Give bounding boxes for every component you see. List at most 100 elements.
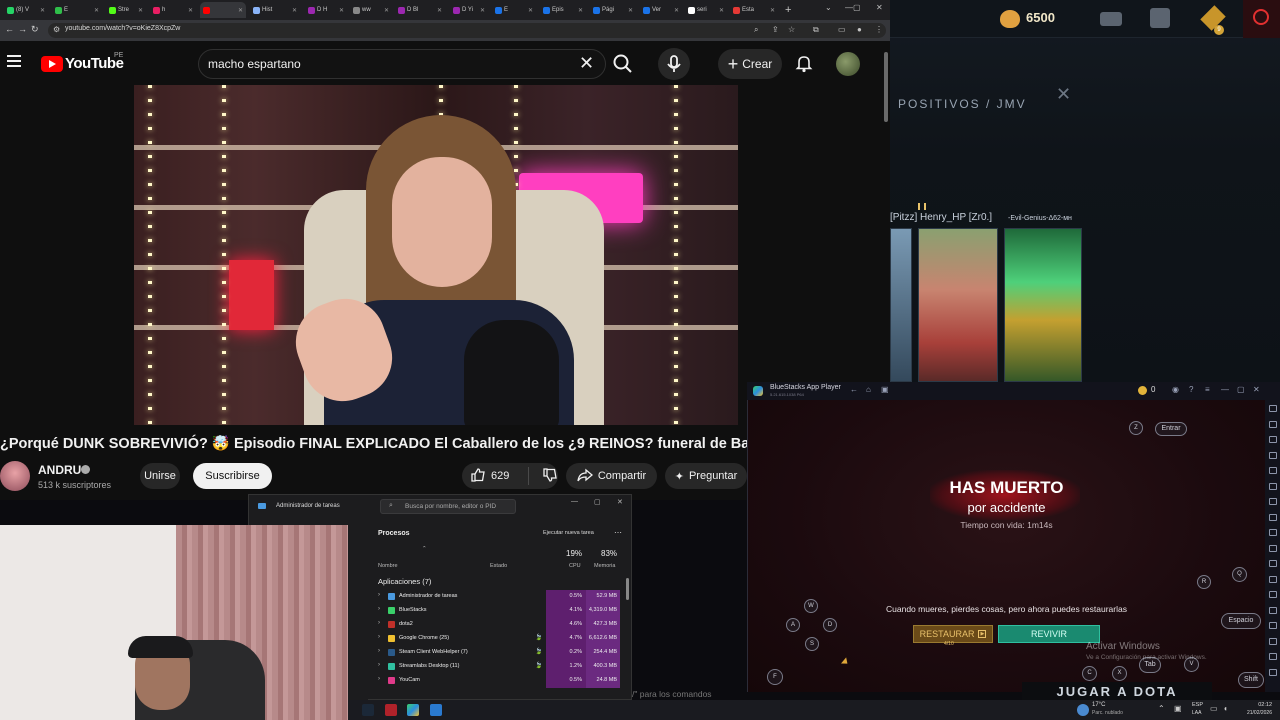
tab-close-icon[interactable]: ✕	[578, 7, 583, 14]
bluestacks-tool-icon[interactable]	[1269, 591, 1277, 598]
cast-icon[interactable]: ▭	[838, 25, 846, 34]
help-icon[interactable]: ?	[1189, 385, 1193, 394]
create-button[interactable]: + Crear	[718, 49, 782, 79]
bluestacks-tool-icon[interactable]	[1269, 482, 1277, 490]
back-icon[interactable]: ←	[5, 24, 14, 34]
chrome-menu-icon[interactable]: ⋮	[875, 25, 883, 34]
browser-tab[interactable]: Stre ✕	[106, 2, 146, 18]
weather-temp[interactable]: 17°C	[1092, 702, 1105, 708]
bluestacks-tool-icon[interactable]	[1269, 405, 1277, 412]
browser-tab[interactable]: Epis ✕	[540, 2, 586, 18]
key-enter[interactable]: Entrar	[1155, 422, 1187, 436]
hamburger-menu-icon[interactable]: ≡	[1205, 385, 1210, 394]
zoom-icon[interactable]: ⌕	[754, 25, 758, 35]
volume-icon[interactable]: ◖	[1223, 704, 1228, 713]
tab-close-icon[interactable]: ✕	[188, 7, 193, 14]
key-a[interactable]: A	[786, 618, 800, 632]
expand-chevron-icon[interactable]: ›	[378, 592, 380, 598]
bookmark-star-icon[interactable]: ☆	[788, 25, 795, 34]
play-dota-button[interactable]: JUGAR A DOTA	[1022, 682, 1212, 700]
minimize-icon[interactable]: —	[1221, 385, 1229, 394]
expand-chevron-icon[interactable]: ›	[378, 676, 380, 682]
key-f[interactable]: F	[767, 669, 783, 685]
browser-tab[interactable]: D H ✕	[305, 2, 347, 18]
search-icon[interactable]	[608, 49, 638, 79]
mail-icon[interactable]	[1100, 12, 1122, 26]
tm-minimize-button[interactable]: —	[571, 498, 578, 505]
taskmanager-taskbar-icon[interactable]	[430, 704, 442, 716]
tab-close-icon[interactable]: ✕	[528, 7, 533, 14]
bluestacks-tool-icon[interactable]	[1269, 668, 1277, 676]
column-name[interactable]: Nombre	[378, 563, 398, 569]
minimize-button[interactable]: —	[845, 3, 853, 12]
bluestacks-taskbar-icon[interactable]	[407, 704, 419, 716]
browser-tab[interactable]: Hist ✕	[250, 2, 300, 18]
channel-name[interactable]: ANDRU	[38, 463, 81, 477]
bluestacks-tool-icon[interactable]	[1269, 451, 1277, 459]
menu-icon[interactable]	[7, 55, 21, 69]
column-cpu[interactable]: CPU	[569, 563, 581, 569]
new-tab-button[interactable]: +	[782, 2, 794, 18]
search-query[interactable]: macho espartano	[208, 57, 301, 71]
reload-icon[interactable]: ↻	[31, 24, 39, 35]
bluestacks-tool-icon[interactable]	[1269, 637, 1277, 645]
bluestacks-tool-icon[interactable]	[1269, 513, 1277, 521]
input-language[interactable]: ESP	[1192, 702, 1203, 708]
process-row[interactable]: › Administrador de tareas 0.5% 52.9 MB	[372, 590, 622, 604]
process-row[interactable]: › dota2 4.6% 427.3 MB	[372, 618, 622, 632]
maximize-icon[interactable]: ▢	[1237, 385, 1245, 394]
process-row[interactable]: › Google Chrome (25) 🍃 4.7% 6,612.6 MB	[372, 632, 622, 646]
expand-chevron-icon[interactable]: ›	[378, 606, 380, 612]
hero-portrait[interactable]	[918, 228, 998, 382]
browser-tab[interactable]: E ✕	[492, 2, 536, 18]
browser-tab[interactable]: (8) V ✕	[4, 2, 48, 18]
bluestacks-tool-icon[interactable]	[1269, 544, 1277, 552]
tab-close-icon[interactable]: ✕	[674, 7, 679, 14]
tm-maximize-button[interactable]: ▢	[594, 498, 601, 506]
video-player[interactable]	[134, 85, 738, 425]
clear-search-icon[interactable]: ✕	[579, 53, 594, 74]
tab-close-icon[interactable]: ✕	[384, 7, 389, 14]
omnibox[interactable]: ⚙ youtube.com/watch?v=oKieZ8XcpZw ⌕ ⇪ ☆ …	[48, 23, 886, 38]
ask-button[interactable]: ✦ Preguntar	[665, 463, 747, 489]
key-x[interactable]: X	[1112, 666, 1127, 681]
back-icon[interactable]: ←	[850, 385, 858, 394]
browser-tab[interactable]: ww ✕	[350, 2, 392, 18]
more-options-icon[interactable]: ⋯	[614, 528, 622, 537]
page-scrollbar[interactable]	[884, 52, 888, 122]
expand-chevron-icon[interactable]: ›	[378, 634, 380, 640]
bluestacks-tool-icon[interactable]	[1269, 560, 1277, 567]
tab-close-icon[interactable]: ✕	[437, 7, 442, 14]
tab-close-icon[interactable]: ✕	[138, 7, 143, 14]
extensions-icon[interactable]: ⧉	[813, 25, 819, 35]
close-icon[interactable]: ✕	[1253, 385, 1260, 394]
bluestacks-tool-icon[interactable]	[1269, 436, 1277, 443]
revive-button[interactable]: REVIVIR	[998, 625, 1100, 643]
close-window-button[interactable]: ✕	[876, 3, 883, 12]
browser-tab[interactable]: E ✕	[52, 2, 102, 18]
tab-close-icon[interactable]: ✕	[238, 7, 243, 14]
thumbs-up-icon[interactable]	[470, 467, 486, 486]
tab-close-icon[interactable]: ✕	[719, 7, 724, 14]
tab-close-icon[interactable]: ✕	[94, 7, 99, 14]
key-shift[interactable]: Shift	[1238, 672, 1264, 688]
tab-close-icon[interactable]: ✕	[40, 7, 45, 14]
key-d[interactable]: D	[823, 618, 837, 632]
power-icon[interactable]	[1253, 9, 1269, 25]
maximize-button[interactable]: ▢	[853, 3, 861, 12]
key-c[interactable]: C	[1082, 666, 1097, 681]
home-icon[interactable]: ⌂	[866, 385, 871, 394]
column-memory[interactable]: Memoria	[594, 563, 615, 569]
browser-tab[interactable]: h ✕	[150, 2, 196, 18]
browser-tab[interactable]: ✕	[200, 2, 246, 18]
column-status[interactable]: Estado	[490, 563, 507, 569]
expand-chevron-icon[interactable]: ›	[378, 648, 380, 654]
forward-icon[interactable]: →	[18, 24, 27, 34]
clock-time[interactable]: 02:12	[1240, 702, 1272, 708]
tab-close-icon[interactable]: ✕	[480, 7, 485, 14]
notifications-bell-icon[interactable]	[793, 52, 815, 74]
user-avatar[interactable]	[836, 52, 860, 76]
tab-close-icon[interactable]: ✕	[770, 7, 775, 14]
hero-portrait[interactable]	[1004, 228, 1082, 382]
share-page-icon[interactable]: ⇪	[772, 25, 779, 34]
